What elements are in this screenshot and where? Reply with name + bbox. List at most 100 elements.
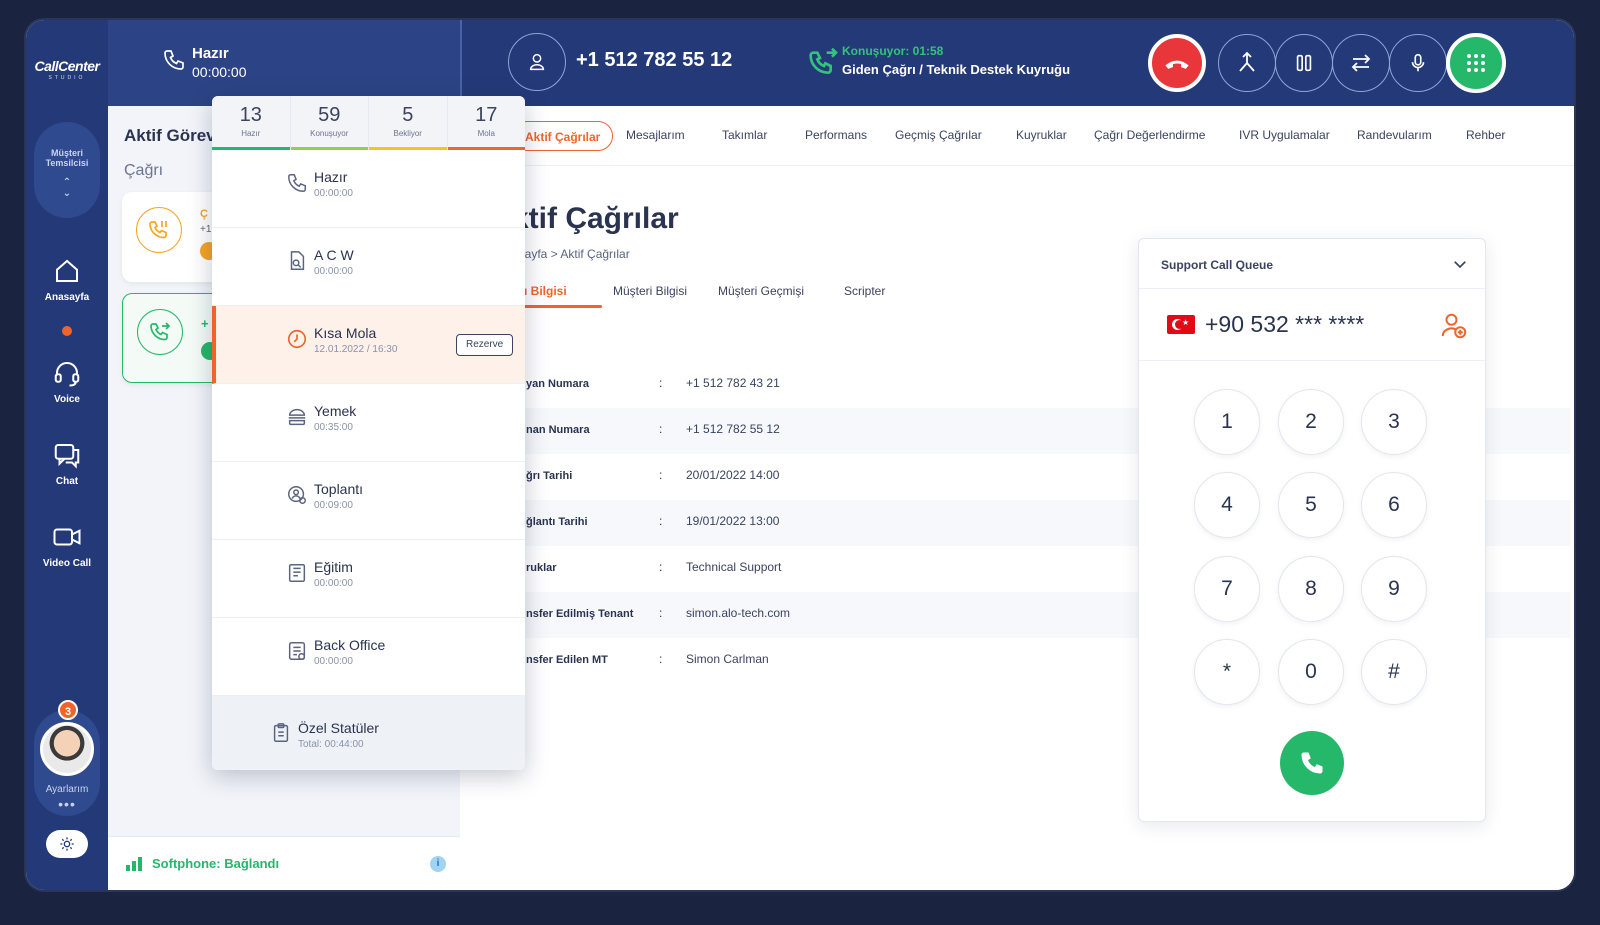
tab-mesajlarim[interactable]: Mesajlarım [626, 128, 685, 142]
transfer-button[interactable] [1218, 34, 1276, 92]
tab-cagri-degerlendirme[interactable]: Çağrı Değerlendirme [1094, 128, 1205, 142]
mute-button[interactable] [1389, 34, 1447, 92]
status-option-toplanti[interactable]: Toplantı 00:09:00 [212, 462, 525, 540]
signal-icon [126, 857, 142, 871]
meeting-icon [288, 486, 306, 504]
nav-voice[interactable]: Voice [26, 358, 108, 405]
dial-key-2[interactable]: 2 [1278, 389, 1344, 455]
book-icon [288, 564, 306, 582]
status-option-name: Özel Statüler [298, 720, 379, 736]
status-option-yemek[interactable]: Yemek 00:35:00 [212, 384, 525, 462]
phone-icon [288, 174, 306, 192]
nav-home-label: Anasayfa [44, 292, 90, 303]
subtab-musteri-gecmisi[interactable]: Müşteri Geçmişi [718, 284, 804, 298]
pause-icon [1296, 54, 1312, 72]
top-bar: Hazır 00:00:00 +1 512 782 55 12 Konuşuyo… [108, 20, 1574, 106]
status-option-back-office[interactable]: Back Office 00:00:00 [212, 618, 525, 696]
tab-performans[interactable]: Performans [805, 128, 867, 142]
info-value: 19/01/2022 13:00 [686, 514, 780, 528]
status-option-name: Back Office [314, 637, 386, 653]
hold-button[interactable] [1275, 34, 1333, 92]
subtab-scripter[interactable]: Scripter [844, 284, 885, 298]
hangup-icon [1165, 60, 1189, 69]
dial-call-button[interactable] [1280, 731, 1344, 795]
status-option-acw[interactable]: A C W 00:00:00 [212, 228, 525, 306]
dialer-card: Support Call Queue ★ +90 532 *** **** 1 … [1138, 238, 1487, 822]
caller-avatar[interactable] [508, 33, 566, 91]
turkey-flag-icon[interactable]: ★ [1167, 315, 1195, 334]
nav-home[interactable]: Anasayfa [26, 256, 108, 303]
status-option-kisa-mola[interactable]: Kısa Mola 12.01.2022 / 16:30 Rezerve [212, 306, 525, 384]
tab-randevularim[interactable]: Randevularım [1357, 128, 1432, 142]
keypad-button[interactable] [1446, 33, 1506, 93]
queue-select[interactable]: Support Call Queue [1139, 239, 1487, 289]
call-card-line: +1 [200, 224, 212, 235]
call-card-title: + [201, 316, 209, 331]
tab-takimlar[interactable]: Takımlar [722, 128, 767, 142]
dial-key-5[interactable]: 5 [1278, 472, 1344, 538]
chevron-up-down-icon: ⌃ ⌄ [62, 176, 72, 200]
status-option-time: 00:09:00 [314, 500, 353, 511]
dial-key-hash[interactable]: # [1361, 639, 1427, 705]
dial-key-9[interactable]: 9 [1361, 556, 1427, 622]
document-search-icon [290, 251, 305, 270]
more-icon[interactable]: ••• [34, 796, 100, 812]
dial-key-3[interactable]: 3 [1361, 389, 1427, 455]
phone-icon [1301, 752, 1323, 774]
dial-key-star[interactable]: * [1194, 639, 1260, 705]
status-time: 00:00:00 [192, 64, 247, 80]
subtab-indicator [512, 305, 602, 308]
dial-key-8[interactable]: 8 [1278, 556, 1344, 622]
dial-key-7[interactable]: 7 [1194, 556, 1260, 622]
info-colon: : [659, 376, 663, 390]
status-option-name: Kısa Mola [314, 325, 377, 341]
info-icon[interactable]: i [430, 856, 446, 872]
nav-chat[interactable]: Chat [26, 440, 108, 487]
role-selector[interactable]: Müşteri Temsilcisi ⌃ ⌄ [34, 122, 100, 218]
status-option-time: 00:00:00 [314, 578, 353, 589]
merge-icon [1239, 51, 1255, 72]
info-key: ruklar [526, 562, 557, 574]
dial-key-1[interactable]: 1 [1194, 389, 1260, 455]
phone-outgoing-icon [137, 309, 183, 355]
active-indicator [62, 326, 72, 336]
avatar[interactable] [40, 722, 94, 776]
status-dropdown: 13 Hazır 59 Konuşuyor 5 Bekliyor 17 Mola… [212, 96, 525, 770]
status-option-custom[interactable]: Özel Statüler Total: 00:44:00 [212, 696, 525, 770]
dial-key-0[interactable]: 0 [1278, 639, 1344, 705]
nav-video-call[interactable]: Video Call [26, 522, 108, 569]
info-colon: : [659, 606, 663, 620]
sun-icon [60, 837, 74, 851]
info-value: Technical Support [686, 560, 782, 574]
dial-key-4[interactable]: 4 [1194, 472, 1260, 538]
status-option-time: 00:00:00 [314, 188, 353, 199]
queue-label: Support Call Queue [1161, 258, 1274, 272]
breadcrumb[interactable]: nsayfa > Aktif Çağrılar [512, 247, 630, 261]
status-option-time: 12.01.2022 / 16:30 [314, 344, 398, 355]
settings-pill[interactable]: 3 Ayarlarım ••• [34, 700, 100, 816]
swap-button[interactable] [1332, 34, 1390, 92]
tab-rehber[interactable]: Rehber [1466, 128, 1505, 142]
dialed-number[interactable]: +90 532 *** **** [1205, 311, 1364, 338]
theme-toggle[interactable] [46, 830, 88, 858]
tab-kuyruklar[interactable]: Kuyruklar [1016, 128, 1067, 142]
stat-label: Hazır [241, 129, 261, 138]
subtab-musteri-bilgisi[interactable]: Müşteri Bilgisi [613, 284, 687, 298]
agent-status[interactable]: Hazır 00:00:00 [108, 20, 460, 106]
reserve-button[interactable]: Rezerve [456, 334, 514, 356]
stat-value: 5 [402, 104, 414, 126]
status-option-name: Toplantı [314, 481, 364, 497]
status-option-hazir[interactable]: Hazır 00:00:00 [212, 150, 525, 228]
brand-logo: CallCenter STUDIO [34, 58, 100, 81]
clock-icon [287, 329, 307, 349]
dial-key-6[interactable]: 6 [1361, 472, 1427, 538]
tab-ivr-uygulamalar[interactable]: IVR Uygulamalar [1239, 128, 1330, 142]
tab-aktif-cagrilar[interactable]: Aktif Çağrılar [512, 121, 614, 151]
stat-label: Bekliyor [393, 129, 422, 138]
tab-gecmis-cagrilar[interactable]: Geçmiş Çağrılar [895, 128, 982, 142]
info-colon: : [659, 422, 663, 436]
hangup-button[interactable] [1148, 34, 1206, 92]
status-option-egitim[interactable]: Eğitim 00:00:00 [212, 540, 525, 618]
stat-value: 13 [239, 104, 262, 126]
info-key: yan Numara [526, 378, 589, 390]
